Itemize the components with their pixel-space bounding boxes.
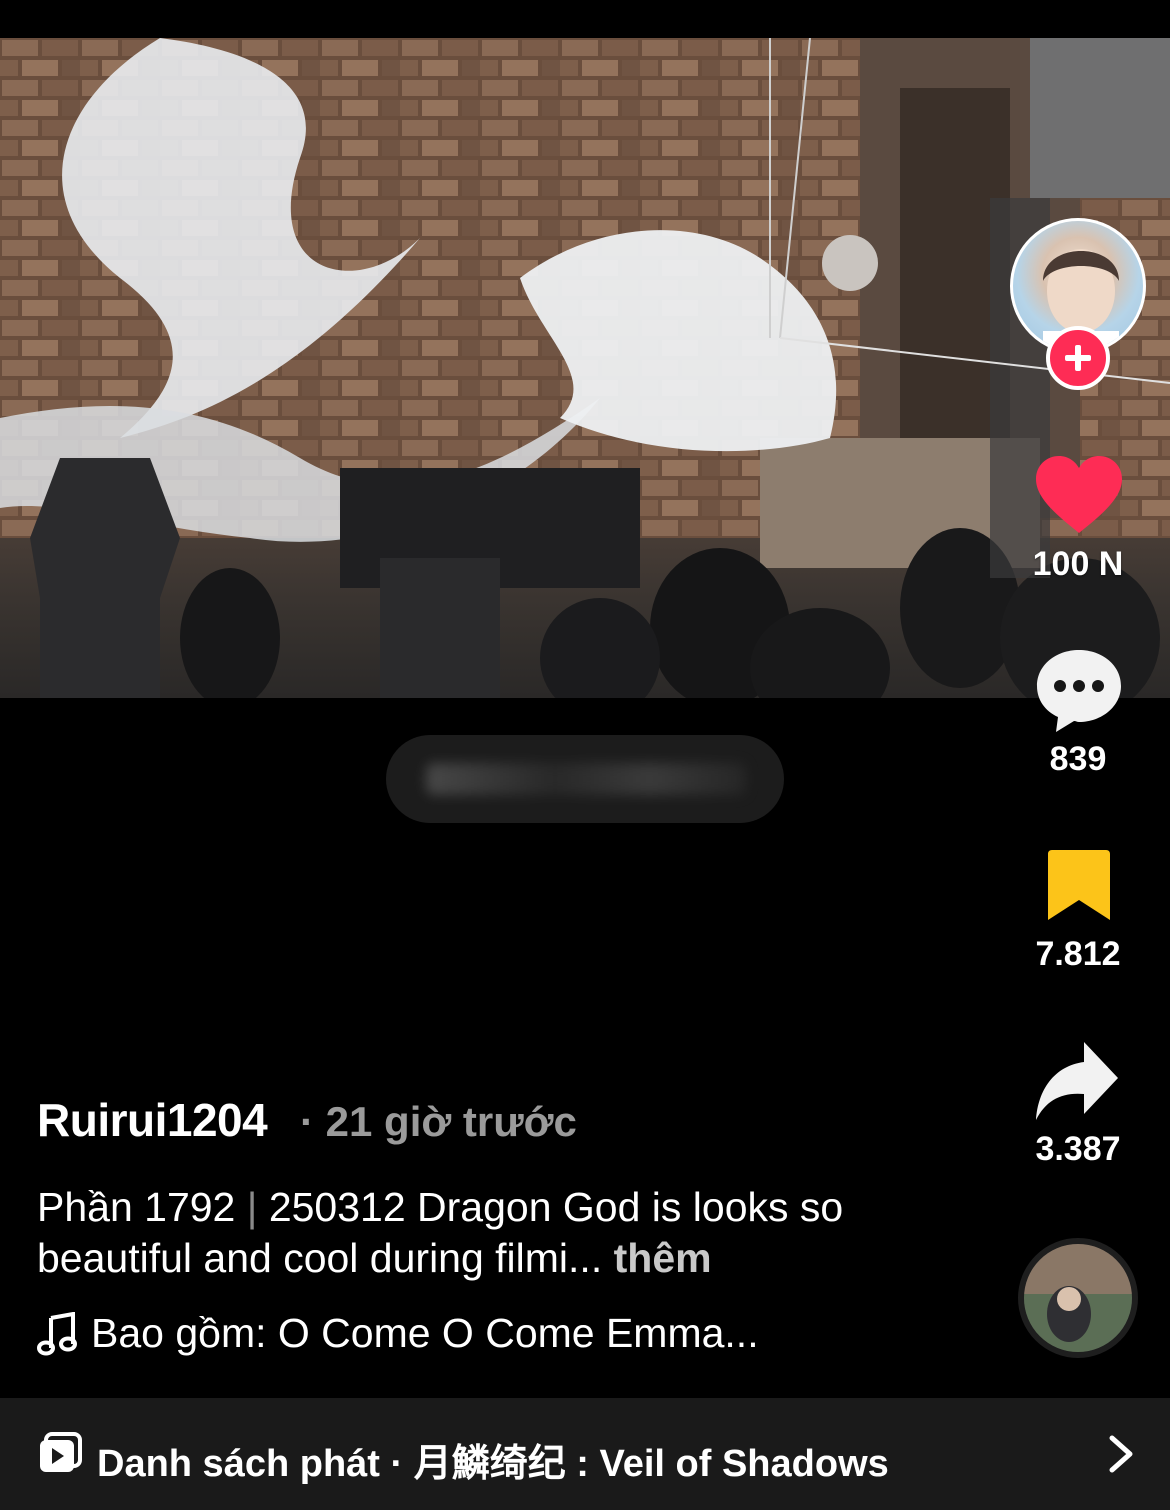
share-count: 3.387 (1035, 1130, 1121, 1168)
chevron-right-icon[interactable] (1108, 1434, 1134, 1474)
author-username[interactable]: Ruirui1204 (37, 1093, 268, 1147)
playlist-label: Danh sách phát · 月鱗绮纪 : Veil of Shadows (97, 1443, 889, 1485)
save-count: 7.812 (1035, 935, 1121, 973)
like-count: 100 N (1032, 545, 1124, 583)
follow-button[interactable] (1046, 326, 1110, 390)
video-frame-scene (0, 38, 1170, 698)
music-info[interactable]: Bao gồm: O Come O Come Emma... (37, 1310, 759, 1357)
comment-icon[interactable] (1034, 648, 1124, 734)
caption-overlay-pill (386, 735, 784, 823)
playlist-bar[interactable]: Danh sách phát · 月鱗绮纪 : Veil of Shadows (0, 1398, 1170, 1510)
music-disc-image (1024, 1244, 1132, 1352)
post-description[interactable]: Phần 1792 | 250312 Dragon God is looks s… (37, 1182, 917, 1284)
comment-count: 839 (1049, 740, 1107, 778)
post-time: · 21 giờ trước (300, 1098, 577, 1145)
heart-icon[interactable] (1034, 455, 1124, 535)
playlist-icon (40, 1432, 82, 1472)
music-note-icon (37, 1311, 77, 1355)
blurred-caption-text (426, 763, 746, 795)
share-icon[interactable] (1034, 1040, 1120, 1122)
music-disc[interactable] (1018, 1238, 1138, 1358)
description-separator: | (246, 1184, 258, 1230)
music-title: Bao gồm: O Come O Come Emma... (91, 1310, 759, 1356)
bookmark-icon[interactable] (1046, 848, 1112, 922)
video-player[interactable] (0, 38, 1170, 698)
more-link[interactable]: thêm (614, 1235, 712, 1281)
description-prefix: Phần 1792 (37, 1184, 236, 1230)
plus-icon (1065, 345, 1091, 371)
